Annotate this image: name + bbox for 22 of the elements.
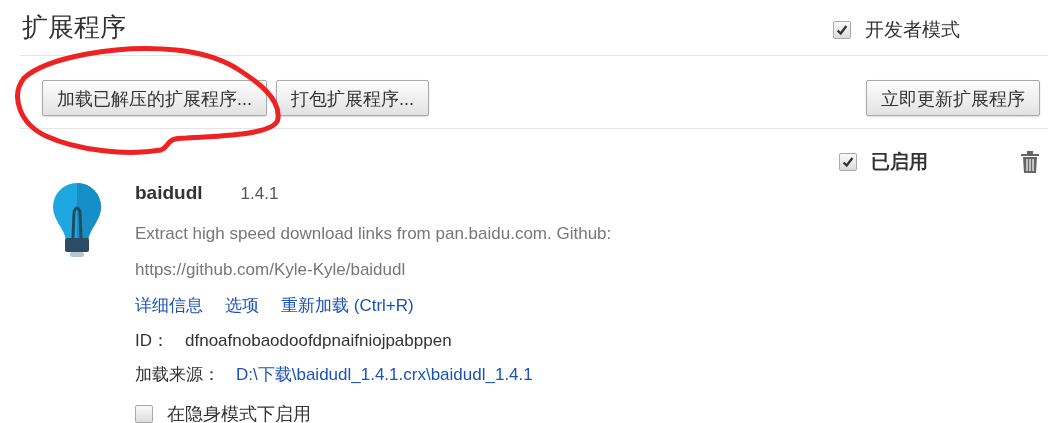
checkbox[interactable]: [833, 21, 851, 39]
extension-link[interactable]: 选项: [225, 288, 259, 324]
checkbox-label: 在隐身模式下启用: [167, 403, 311, 423]
id-label: ID：: [135, 330, 169, 352]
source-path-link[interactable]: D:\下载\baidudl_1.4.1.crx\baidudl_1.4.1: [236, 358, 533, 392]
extension-id: dfnoafnobaodoofdpnaifniojpabppen: [185, 330, 452, 352]
extension-link[interactable]: 详细信息: [135, 288, 203, 324]
lightbulb-icon: [52, 182, 102, 258]
toolbar-button[interactable]: 打包扩展程序...: [276, 80, 430, 116]
checkbox[interactable]: [135, 405, 153, 423]
extension-link[interactable]: 重新加载 (Ctrl+R): [281, 288, 414, 324]
extension-name: baidudl: [135, 182, 203, 204]
extension-description: Extract high speed download links from pan.baidu.com. Github: https://github.com/Kyle-Kyle/baidudl: [135, 223, 613, 281]
checkbox[interactable]: [839, 153, 857, 171]
update-button[interactable]: 立即更新扩展程序: [866, 80, 1040, 116]
toolbar-button[interactable]: 加载已解压的扩展程序...: [42, 80, 267, 116]
extension-version: 1.4.1: [240, 184, 279, 204]
checkbox-label: 已启用: [871, 150, 928, 174]
page-title: 扩展程序: [22, 11, 126, 44]
trash-icon[interactable]: [1020, 150, 1040, 174]
checkbox-label: 开发者模式: [865, 18, 960, 42]
source-label: 加载来源：: [135, 364, 220, 386]
